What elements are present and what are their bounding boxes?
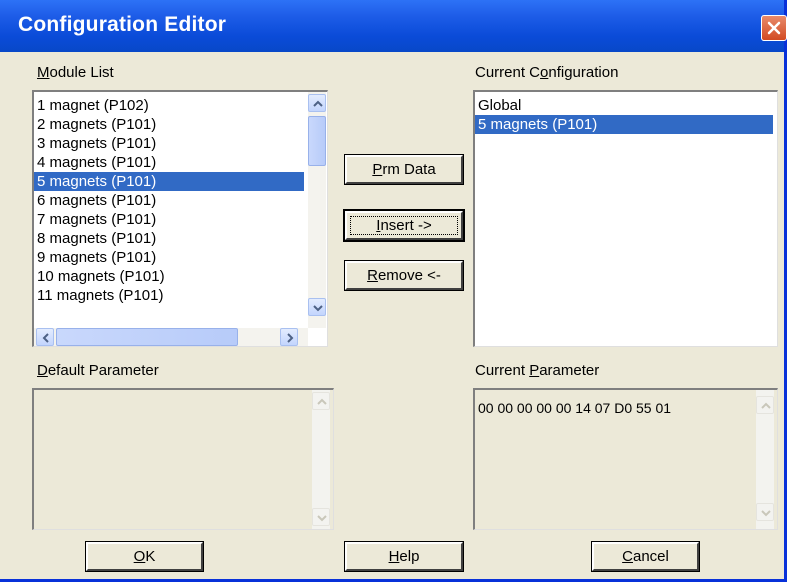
window-title: Configuration Editor: [18, 13, 227, 36]
current-parameter-value[interactable]: 00 00 00 00 00 14 07 D0 55 01: [478, 400, 671, 416]
module-list-vscrollbar[interactable]: [308, 92, 326, 328]
default-parameter-scrollbar: [312, 390, 330, 529]
prm-data-button[interactable]: Prm Data: [344, 154, 464, 185]
current-configuration-label: Current Configuration: [475, 64, 619, 81]
close-icon: [767, 21, 781, 35]
configuration-editor-window: Configuration Editor Module List 1 magne…: [0, 0, 787, 582]
remove-button[interactable]: Remove <-: [344, 260, 464, 291]
list-item[interactable]: 2 magnets (P101): [34, 115, 304, 134]
list-item[interactable]: 1 magnet (P102): [34, 96, 304, 115]
arrow-up-icon: [313, 100, 323, 107]
list-item[interactable]: 4 magnets (P101): [34, 153, 304, 172]
scroll-right-button[interactable]: [280, 328, 298, 346]
module-list-label: Module List: [37, 64, 114, 81]
module-list-items: 1 magnet (P102) 2 magnets (P101) 3 magnets…: [34, 96, 304, 305]
default-parameter-value: [34, 390, 333, 398]
list-item[interactable]: 5 magnets (P101): [34, 172, 304, 191]
list-item[interactable]: 7 magnets (P101): [34, 210, 304, 229]
list-item[interactable]: 9 magnets (P101): [34, 248, 304, 267]
help-button[interactable]: Help: [344, 541, 464, 572]
current-parameter-field[interactable]: 00 00 00 00 00 14 07 D0 55 01: [473, 388, 778, 530]
scroll-left-button[interactable]: [36, 328, 54, 346]
arrow-down-icon: [761, 510, 771, 517]
arrow-down-icon: [317, 515, 327, 522]
title-bar[interactable]: Configuration Editor: [0, 0, 787, 52]
scroll-up-button: [756, 396, 774, 414]
arrow-right-icon: [287, 333, 294, 343]
current-configuration-items: Global 5 magnets (P101): [475, 96, 773, 134]
list-item[interactable]: 10 magnets (P101): [34, 267, 304, 286]
list-item[interactable]: 11 magnets (P101): [34, 286, 304, 305]
scroll-down-button[interactable]: [308, 298, 326, 316]
vertical-scroll-thumb[interactable]: [308, 116, 326, 166]
arrow-down-icon: [313, 305, 323, 312]
current-parameter-label: Current Parameter: [475, 362, 600, 379]
current-configuration-list[interactable]: Global 5 magnets (P101): [473, 90, 778, 347]
default-parameter-field[interactable]: [32, 388, 334, 530]
list-item[interactable]: Global: [475, 96, 773, 115]
module-list-hscrollbar[interactable]: [34, 328, 308, 346]
arrow-up-icon: [761, 402, 771, 409]
current-parameter-scrollbar: [756, 390, 774, 529]
arrow-left-icon: [42, 333, 49, 343]
close-button[interactable]: [761, 15, 787, 41]
module-list[interactable]: 1 magnet (P102) 2 magnets (P101) 3 magnets…: [32, 90, 328, 347]
list-item[interactable]: 5 magnets (P101): [475, 115, 773, 134]
scroll-down-button: [312, 508, 330, 526]
arrow-up-icon: [317, 398, 327, 405]
scroll-down-button: [756, 503, 774, 521]
horizontal-scroll-thumb[interactable]: [56, 328, 238, 346]
list-item[interactable]: 8 magnets (P101): [34, 229, 304, 248]
insert-button[interactable]: Insert ->: [343, 209, 465, 242]
cancel-button[interactable]: Cancel: [591, 541, 700, 572]
default-parameter-label: Default Parameter: [37, 362, 159, 379]
scroll-up-button[interactable]: [308, 94, 326, 112]
list-item[interactable]: 6 magnets (P101): [34, 191, 304, 210]
list-item[interactable]: 3 magnets (P101): [34, 134, 304, 153]
ok-button[interactable]: OK: [85, 541, 204, 572]
scroll-up-button: [312, 392, 330, 410]
